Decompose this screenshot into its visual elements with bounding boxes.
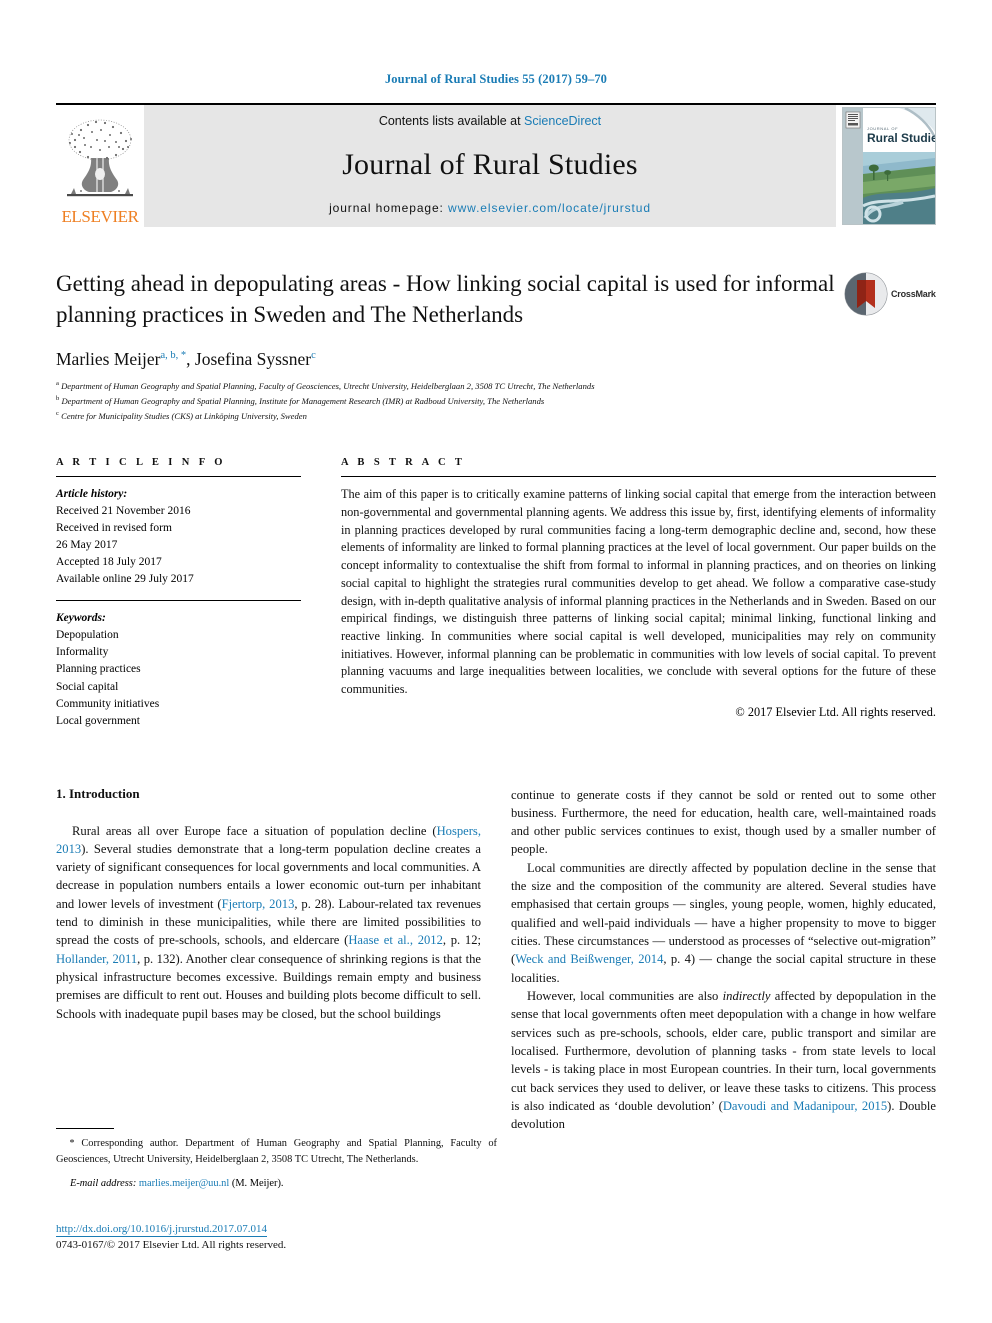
contents-prefix: Contents lists available at <box>378 114 525 128</box>
paragraph: Rural areas all over Europe face a situa… <box>56 822 481 1023</box>
text-run: Local communities are directly affected … <box>511 860 936 967</box>
doi-link[interactable]: http://dx.doi.org/10.1016/j.jrurstud.201… <box>56 1222 267 1238</box>
body-column-left: 1. Introduction Rural areas all over Eur… <box>56 786 481 1134</box>
elsevier-logo: ELSEVIER <box>56 105 144 227</box>
paragraph: However, local communities are also indi… <box>511 987 936 1134</box>
author-name-2: Josefina Syssner <box>194 349 312 369</box>
text-run: Rural areas all over Europe face a situa… <box>72 823 437 838</box>
author-marks-1[interactable]: a, b, * <box>160 350 186 361</box>
keyword-item: Community initiatives <box>56 697 160 710</box>
keyword-item: Social capital <box>56 680 119 693</box>
affiliation-a: a Department of Human Geography and Spat… <box>56 379 936 394</box>
text-run: affected by depopulation in the sense th… <box>511 988 936 1113</box>
paragraph: Local communities are directly affected … <box>511 859 936 987</box>
author-list: Marlies Meijera, b, *, Josefina Syssnerc <box>56 349 316 369</box>
text-run: However, local communities are also <box>527 988 723 1003</box>
article-history-label: Article history: <box>56 488 128 501</box>
homepage-prefix: journal homepage: <box>329 201 449 215</box>
article-info-heading: A R T I C L E I N F O <box>56 457 226 469</box>
affiliation-b: b Department of Human Geography and Spat… <box>56 394 936 409</box>
email-address-label: E-mail address: <box>70 1177 137 1189</box>
affiliation-mark-b: b <box>56 394 60 402</box>
footnote-text: * Corresponding author. Department of Hu… <box>56 1136 497 1167</box>
corresponding-email-link[interactable]: marlies.meijer@uu.nl <box>139 1178 229 1189</box>
abstract-rule <box>341 476 936 478</box>
abstract-heading: A B S T R A C T <box>341 457 466 469</box>
elsevier-tree-icon <box>67 119 133 197</box>
keyword-item: Informality <box>56 646 109 659</box>
body-columns: 1. Introduction Rural areas all over Eur… <box>56 786 936 1134</box>
abstract-copyright: © 2017 Elsevier Ltd. All rights reserved… <box>735 704 936 719</box>
keywords-rule <box>56 600 301 602</box>
affiliation-text-b: Department of Human Geography and Spatia… <box>61 395 545 406</box>
article-info-rule <box>56 476 301 478</box>
text-run: , p. 12; <box>442 933 482 948</box>
running-head: Journal of Rural Studies 55 (2017) 59–70 <box>384 72 608 86</box>
elsevier-wordmark: ELSEVIER <box>61 207 139 226</box>
crossmark-badge[interactable]: CrossMark <box>844 271 936 317</box>
article-history-line: Received in revised form <box>56 522 172 535</box>
section-heading-introduction: 1. Introduction <box>56 785 140 801</box>
paper-title: Getting ahead in depopulating areas - Ho… <box>56 271 835 327</box>
citation-link[interactable]: Hollander, 2011 <box>56 952 137 966</box>
paragraph: continue to generate costs if they canno… <box>511 786 936 859</box>
crossmark-icon <box>844 272 888 316</box>
crossmark-label: CrossMark <box>891 289 936 299</box>
journal-cover-thumbnail[interactable]: JOURNAL OF Rural Studies <box>836 105 936 227</box>
footnote-email-line: E-mail address: marlies.meijer@uu.nl (M.… <box>56 1178 497 1189</box>
keyword-item: Depopulation <box>56 629 119 642</box>
affiliation-text-c: Centre for Municipality Studies (CKS) at… <box>61 410 307 421</box>
corresponding-author-footnote: * Corresponding author. Department of Hu… <box>56 1128 497 1189</box>
affiliation-text-a: Department of Human Geography and Spatia… <box>61 380 595 391</box>
citation-link[interactable]: Davoudi and Madanipour, 2015 <box>723 1099 887 1113</box>
affiliation-list: a Department of Human Geography and Spat… <box>56 379 936 423</box>
title-block: Getting ahead in depopulating areas - Ho… <box>56 269 936 331</box>
keyword-item: Planning practices <box>56 663 141 676</box>
article-history-line: Accepted 18 July 2017 <box>56 556 162 569</box>
citation-link[interactable]: Weck and Beißwenger, 2014 <box>515 952 663 966</box>
text-run: continue to generate costs if they canno… <box>511 787 936 857</box>
author-name-1: Marlies Meijer <box>56 349 161 369</box>
contents-available-line: Contents lists available at ScienceDirec… <box>379 114 601 128</box>
masthead-center: Contents lists available at ScienceDirec… <box>144 105 836 227</box>
journal-homepage-link[interactable]: www.elsevier.com/locate/jrurstud <box>448 201 651 215</box>
article-history-line: Available online 29 July 2017 <box>56 573 194 586</box>
journal-cover-art: JOURNAL OF Rural Studies <box>843 108 935 224</box>
citation-link[interactable]: Haase et al., 2012 <box>348 933 443 947</box>
journal-cover-image: JOURNAL OF Rural Studies <box>842 107 936 225</box>
footnote-rule <box>56 1128 114 1129</box>
abstract-column: A B S T R A C T The aim of this paper is… <box>341 457 936 729</box>
svg-text:Rural Studies: Rural Studies <box>867 131 935 145</box>
journal-homepage-line: journal homepage: www.elsevier.com/locat… <box>329 201 651 215</box>
article-info-column: A R T I C L E I N F O Article history: R… <box>56 457 301 729</box>
sciencedirect-link[interactable]: ScienceDirect <box>524 114 601 128</box>
affiliation-c: c Centre for Municipality Studies (CKS) … <box>56 409 936 424</box>
article-history-line: Received 21 November 2016 <box>56 505 191 518</box>
emphasis-text: indirectly <box>722 988 771 1003</box>
keyword-item: Local government <box>56 714 140 727</box>
doi-block: http://dx.doi.org/10.1016/j.jrurstud.201… <box>56 1222 497 1251</box>
paper-page: Journal of Rural Studies 55 (2017) 59–70 <box>0 0 992 1323</box>
journal-title: Journal of Rural Studies <box>342 147 638 181</box>
article-history-line: 26 May 2017 <box>56 539 118 552</box>
journal-masthead: ELSEVIER Contents lists available at Sci… <box>56 103 936 227</box>
citation-link[interactable]: Fjertorp, 2013 <box>222 897 295 911</box>
email-suffix: (M. Meijer). <box>229 1177 284 1189</box>
affiliation-mark-c: c <box>56 409 59 417</box>
footnote-body: Corresponding author. Department of Huma… <box>56 1138 497 1165</box>
issn-copyright-line: 0743-0167/© 2017 Elsevier Ltd. All right… <box>56 1239 287 1252</box>
body-column-right: continue to generate costs if they canno… <box>511 786 936 1134</box>
keywords-label: Keywords: <box>56 612 106 625</box>
abstract-text: The aim of this paper is to critically e… <box>341 487 936 697</box>
info-abstract-block: A R T I C L E I N F O Article history: R… <box>56 457 936 729</box>
affiliation-mark-a: a <box>56 380 59 387</box>
author-marks-2[interactable]: c <box>311 350 316 361</box>
